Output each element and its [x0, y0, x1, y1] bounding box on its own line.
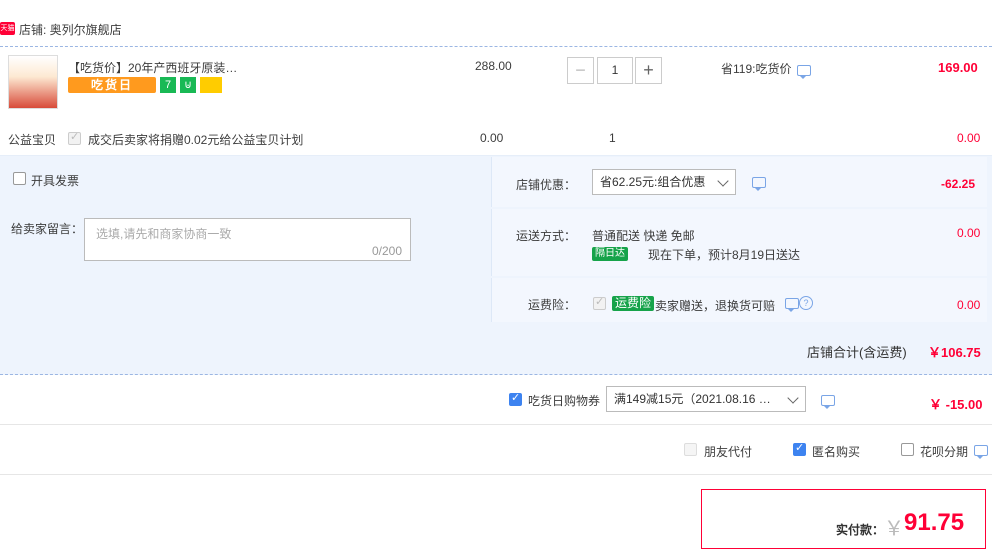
seven-day-return-icon: 7: [160, 77, 176, 93]
chat-icon[interactable]: [821, 395, 835, 409]
product-thumbnail[interactable]: [8, 55, 58, 109]
chat-icon[interactable]: [797, 65, 811, 79]
message-label: 给卖家留言：: [11, 222, 84, 236]
seller-message-input[interactable]: 选填,请先和商家协商一致 0/200: [84, 218, 411, 261]
store-discount-label: 店铺优惠：: [516, 178, 577, 192]
invoice-checkbox[interactable]: [13, 172, 26, 185]
store-total-label: 店铺合计(含运费): [807, 345, 907, 360]
friend-pay-label[interactable]: 朋友代付: [704, 443, 752, 460]
unit-price: 288.00: [475, 59, 512, 73]
message-counter: 0/200: [371, 244, 402, 258]
quantity-input[interactable]: 1: [597, 57, 633, 84]
invoice-label[interactable]: 开具发票: [31, 172, 79, 189]
divider: [0, 474, 992, 475]
service-icon: ⊍: [180, 77, 196, 93]
store-discount-select[interactable]: 省62.25元:组合优惠: [592, 169, 736, 195]
charity-subtotal: 0.00: [957, 131, 981, 145]
charity-price: 0.00: [480, 131, 504, 145]
item-promo-text[interactable]: 省119:吃货价: [721, 60, 791, 77]
charity-text: 成交后卖家将捐赠0.02元给公益宝贝计划: [88, 133, 304, 147]
message-placeholder: 选填,请先和商家协商一致: [96, 227, 232, 241]
qty-decrease-button[interactable]: −: [567, 57, 594, 84]
store-discount-amount: -62.25: [941, 177, 976, 191]
shipping-method: 普通配送 快递 免邮: [592, 229, 695, 243]
item-subtotal: 169.00: [938, 60, 978, 75]
store-discount-value: 省62.25元:组合优惠: [600, 175, 706, 189]
insurance-amount: 0.00: [957, 298, 981, 312]
chat-icon[interactable]: [752, 177, 766, 191]
shipping-label: 运送方式：: [516, 229, 577, 243]
chevron-down-icon: [787, 392, 799, 404]
qty-increase-button[interactable]: +: [635, 57, 662, 84]
chevron-down-icon: [717, 175, 729, 187]
payment-currency: ￥: [884, 518, 904, 540]
coupon-value: 满149减15元（2021.08.16 …: [614, 392, 771, 406]
payment-label: 实付款：: [836, 523, 885, 537]
product-title[interactable]: 【吃货价】20年产西班牙原装…: [68, 59, 237, 76]
insurance-label: 运费险：: [528, 298, 577, 312]
shipping-amount: 0.00: [957, 226, 981, 240]
help-icon[interactable]: ?: [799, 296, 813, 310]
huabei-label[interactable]: 花呗分期: [920, 443, 968, 460]
insurance-badge: 运费险: [612, 296, 655, 311]
promo-tag: 吃货日: [68, 77, 156, 93]
coupon-select[interactable]: 满149减15元（2021.08.16 …: [606, 386, 806, 412]
store-total-amount: ￥106.75: [928, 345, 981, 360]
insurance-checkbox: [593, 295, 606, 310]
shipping-eta: 现在下单，预计8月19日送达: [648, 248, 801, 262]
payment-total-box: 实付款： ￥ 91.75: [701, 489, 986, 549]
card-icon: [200, 77, 222, 93]
friend-pay-checkbox[interactable]: [684, 443, 697, 456]
anonymous-checkbox[interactable]: [793, 441, 806, 456]
chat-icon[interactable]: [974, 445, 988, 459]
anonymous-label[interactable]: 匿名购买: [812, 443, 860, 460]
coupon-checkbox[interactable]: [509, 391, 522, 406]
next-day-badge: 隔日达: [592, 247, 628, 261]
divider: [0, 424, 992, 425]
insurance-text: 卖家赠送，退换货可赔: [655, 299, 776, 313]
coupon-label[interactable]: 吃货日购物券: [528, 392, 600, 409]
chat-icon[interactable]: [785, 298, 799, 312]
tmall-badge: 天猫: [0, 22, 15, 35]
payment-amount: 91.75: [904, 509, 965, 536]
charity-checkbox: [68, 130, 81, 145]
coupon-amount: ￥ -15.00: [929, 397, 983, 412]
charity-qty: 1: [609, 131, 616, 145]
store-header: 天猫 店铺: 奥列尔旗舰店: [0, 0, 992, 47]
store-name[interactable]: 店铺: 奥列尔旗舰店: [19, 21, 122, 38]
huabei-checkbox[interactable]: [901, 443, 914, 456]
charity-label: 公益宝贝: [8, 133, 57, 147]
